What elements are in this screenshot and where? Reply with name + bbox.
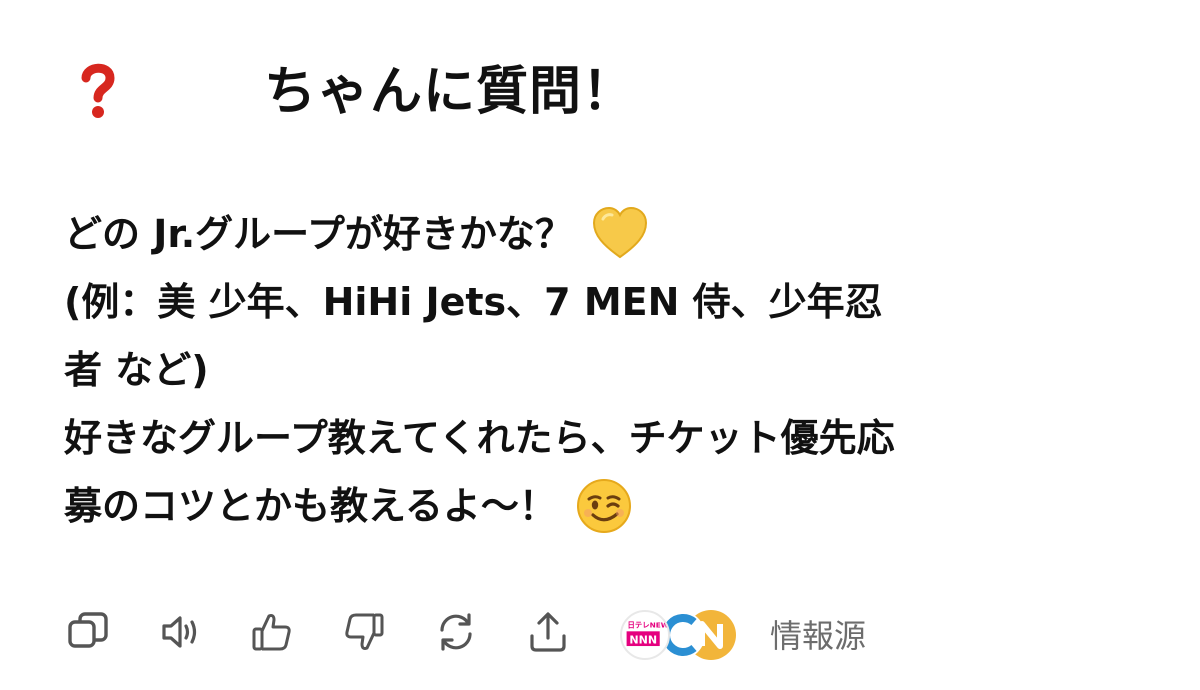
message-line: 者 など) <box>64 336 1144 404</box>
regenerate-icon <box>434 610 478 658</box>
message-line-text: どの Jr.グループが好きかな？ <box>64 212 573 256</box>
speaker-icon <box>158 610 202 658</box>
dislike-button[interactable] <box>336 606 392 662</box>
svg-text:NNN: NNN <box>629 633 657 646</box>
message-line-text: 者 など) <box>64 348 209 392</box>
ntv-news-logo-icon: 日テレNEWS NNN <box>620 610 670 660</box>
thumbs-up-icon <box>250 610 294 658</box>
read-aloud-button[interactable] <box>152 606 208 662</box>
sources-button[interactable]: 日テレNEWS NNN 情報源 <box>620 606 866 662</box>
question-header: ちゃんに質問！ <box>72 52 1132 132</box>
page-title: ちゃんに質問！ <box>264 62 636 122</box>
message-line-text: 募のコツとかも教えるよ〜！ <box>64 484 557 528</box>
like-button[interactable] <box>244 606 300 662</box>
share-icon <box>526 610 570 658</box>
message-line: (例：美 少年、HiHi Jets、7 MEN 侍、少年忍 <box>64 268 1144 336</box>
message-line-text: 好きなグループ教えてくれたら、チケット優先応 <box>64 416 895 460</box>
message-line: 好きなグループ教えてくれたら、チケット優先応 <box>64 404 1144 472</box>
source-logo-text: 日テレNEWS <box>628 621 668 630</box>
sources-label: 情報源 <box>770 617 867 655</box>
yellow-heart-icon <box>591 205 649 263</box>
copy-button[interactable] <box>60 606 116 662</box>
response-toolbar: 日テレNEWS NNN 情報源 <box>60 604 866 664</box>
source-logos: 日テレNEWS NNN <box>620 606 738 662</box>
copy-icon <box>66 610 110 658</box>
regenerate-button[interactable] <box>428 606 484 662</box>
message-line-text: (例：美 少年、HiHi Jets、7 MEN 侍、少年忍 <box>64 280 883 324</box>
share-button[interactable] <box>520 606 576 662</box>
winking-face-icon <box>575 477 633 535</box>
thumbs-down-icon <box>342 610 386 658</box>
question-mark-icon <box>78 60 118 120</box>
message-line: 募のコツとかも教えるよ〜！ <box>64 472 1144 540</box>
message-body: どの Jr.グループが好きかな？ (例：美 少年、HiHi Jets、7 MEN… <box>64 200 1144 540</box>
message-line: どの Jr.グループが好きかな？ <box>64 200 1144 268</box>
